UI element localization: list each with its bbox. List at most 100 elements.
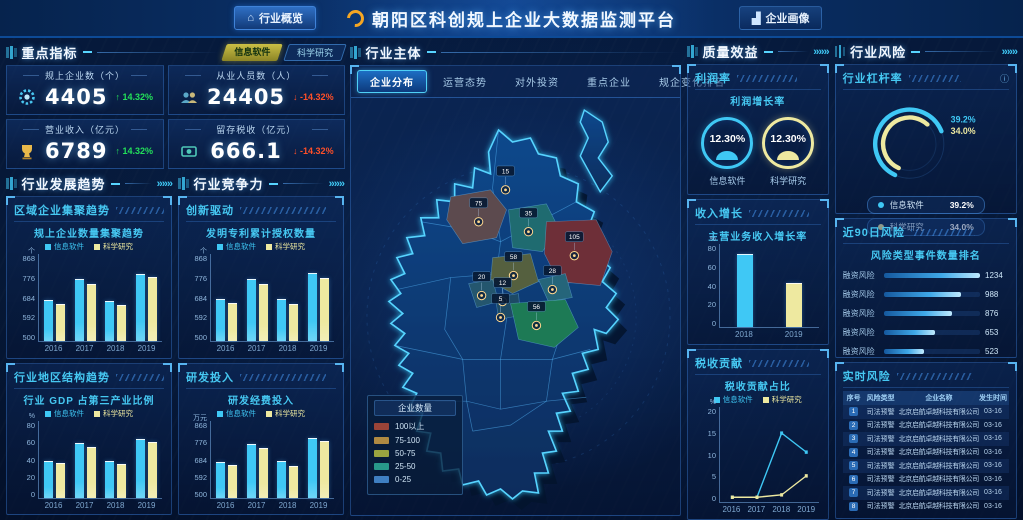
bar — [277, 461, 286, 498]
bar — [105, 461, 114, 498]
bar — [289, 466, 298, 498]
trophy-icon — [17, 141, 37, 161]
stat-label: 留存税收（亿元） — [177, 123, 336, 136]
stat-card: 规上企业数（个）4405↑ 14.32% — [6, 65, 164, 115]
chart-title: 行业 GDP 占第三产业比例 — [14, 392, 164, 407]
table-row[interactable]: 8司法预警北京启航卓越科技有限公司03-16 — [843, 500, 1009, 514]
bar — [216, 462, 225, 498]
tab-item[interactable]: 对外投资 — [503, 71, 571, 92]
bar — [259, 448, 268, 498]
map-legend-item: 25-50 — [374, 462, 456, 471]
stat-delta: ↑ 14.32% — [115, 92, 153, 102]
panel-industry-body: 企业分布运营态势对外投资重点企业规企变化排名 — [350, 65, 681, 516]
panel-realtime-risk: 实时风险 序号风险类型企业名称发生时间1司法预警北京启航卓越科技有限公司03-1… — [835, 362, 1017, 519]
table-row[interactable]: 1司法预警北京启航卓越科技有限公司03-16 — [843, 405, 1009, 419]
panel-tax-contribution: 税收贡献 税收贡献占比信息软件科学研究%20151050201620172018… — [687, 349, 829, 520]
svg-text:20: 20 — [478, 274, 486, 281]
bar — [247, 444, 256, 498]
tab-item[interactable]: 运营态势 — [431, 71, 499, 92]
section-industry-body: 行业主体 — [350, 42, 681, 62]
ring-gauge: 12.30%科学研究 — [762, 117, 814, 187]
bar — [228, 303, 237, 341]
bar — [136, 274, 145, 341]
tab-item[interactable]: 重点企业 — [575, 71, 643, 92]
section-bars-icon — [6, 46, 17, 59]
bar — [87, 284, 96, 341]
svg-text:5: 5 — [499, 296, 503, 303]
chart-gdp-share: 行业 GDP 占第三产业比例信息软件科学研究%80604020020162017… — [14, 392, 164, 510]
stat-card: 留存税收（亿元）666.1↓ -14.32% — [168, 119, 345, 169]
profit-gauges: 12.30%信息软件12.30%科学研究 — [695, 109, 821, 189]
hbar-row: 融资风险1234 — [843, 270, 1009, 281]
realtime-risk-table: 序号风险类型企业名称发生时间1司法预警北京启航卓越科技有限公司03-162司法预… — [843, 391, 1009, 513]
district-map: 15 75 35 105 58 28 — [351, 98, 680, 515]
home-icon: ⌂ — [247, 12, 254, 24]
panel-region-structure: 行业地区结构趋势 行业 GDP 占第三产业比例信息软件科学研究%80604020… — [6, 363, 172, 515]
chart-legend: 信息软件科学研究 — [14, 241, 164, 252]
bar — [44, 300, 53, 341]
building-chart-icon: ▟ — [752, 12, 760, 25]
table-row[interactable]: 7司法预警北京启航卓越科技有限公司03-16 — [843, 486, 1009, 500]
section-title: 重点指标 — [22, 43, 78, 62]
page-title: 朝阳区科创规上企业大数据监测平台 — [372, 6, 676, 31]
svg-text:28: 28 — [549, 268, 557, 275]
coins-icon — [179, 141, 199, 161]
bar — [289, 304, 298, 341]
app-title-wrap: 朝阳区科创规上企业大数据监测平台 — [347, 6, 676, 31]
industry-filter-tags: 信息软件 科学研究 — [224, 44, 344, 61]
bar — [105, 301, 114, 341]
bar — [228, 465, 237, 498]
svg-text:56: 56 — [533, 304, 541, 311]
table-row[interactable]: 6司法预警北京启航卓越科技有限公司03-16 — [843, 473, 1009, 487]
bar — [216, 299, 225, 341]
section-risk: 行业风险 »»» — [835, 42, 1017, 61]
stat-delta: ↓ -14.32% — [293, 92, 334, 102]
bar — [148, 442, 157, 498]
bar — [56, 463, 65, 498]
panel-leverage: 行业杠杆率ⓘ 39.2% 34.0%信息软件39.2%科学研究34.0% — [835, 64, 1017, 214]
industry-body-tabs: 企业分布运营态势对外投资重点企业规企变化排名 — [351, 66, 680, 98]
nav-industry-overview-button[interactable]: ⌂ 行业概览 — [234, 6, 316, 30]
more-link[interactable]: »»» — [1002, 46, 1017, 58]
bar — [117, 464, 126, 498]
table-row[interactable]: 3司法预警北京启航卓越科技有限公司03-16 — [843, 432, 1009, 446]
svg-text:58: 58 — [510, 254, 518, 261]
hbar-row: 融资风险988 — [843, 289, 1009, 300]
panel-innovation: 创新驱动 发明专利累计授权数量信息软件科学研究个8687766845925002… — [178, 196, 344, 359]
bar — [117, 305, 126, 341]
bar — [737, 254, 753, 327]
more-link[interactable]: »»» — [157, 178, 172, 190]
platform-logo-icon — [344, 6, 368, 30]
nav-industry-overview-label: 行业概览 — [259, 10, 303, 26]
table-row[interactable]: 4司法预警北京启航卓越科技有限公司03-16 — [843, 446, 1009, 460]
bar — [277, 299, 286, 341]
map-legend-item: 75-100 — [374, 436, 456, 445]
bar — [308, 273, 317, 341]
info-icon[interactable]: ⓘ — [1000, 72, 1009, 85]
table-row[interactable]: 5司法预警北京启航卓越科技有限公司03-16 — [843, 459, 1009, 473]
hbar-row: 融资风险523 — [843, 346, 1009, 357]
stat-value: 666.1 — [207, 139, 285, 163]
filter-tag[interactable]: 信息软件 — [221, 44, 283, 61]
tab-active[interactable]: 企业分布 — [357, 70, 427, 93]
stat-card: 从业人员数（人）24405↓ -14.32% — [168, 65, 345, 115]
filter-tag[interactable]: 科学研究 — [283, 44, 347, 61]
chart-tax-contribution: 税收贡献占比信息软件科学研究%201510502016201720182019 — [695, 378, 821, 514]
chart-title: 研发经费投入 — [186, 392, 336, 407]
svg-text:34.0%: 34.0% — [950, 126, 975, 136]
nav-enterprise-portrait-label: 企业画像 — [765, 10, 809, 26]
stat-label: 从业人员数（人） — [177, 69, 336, 82]
section-bars-icon — [835, 45, 846, 58]
hbar-row: 融资风险653 — [843, 327, 1009, 338]
svg-text:15: 15 — [502, 168, 510, 175]
map-legend-title: 企业数量 — [374, 400, 456, 416]
table-row[interactable]: 2司法预警北京启航卓越科技有限公司03-16 — [843, 419, 1009, 433]
panel-risk-90d: 近90日风险 风险类型事件数量排名融资风险1234融资风险988融资风险876融… — [835, 218, 1017, 358]
more-link[interactable]: »»» — [329, 178, 344, 190]
svg-text:35: 35 — [525, 210, 533, 217]
filter-tag-label: 科学研究 — [297, 46, 333, 59]
nav-enterprise-portrait-button[interactable]: ▟ 企业画像 — [739, 6, 822, 30]
map-legend-items: 100以上75-10050-7525-500-25 — [374, 421, 456, 484]
more-link[interactable]: »»» — [813, 46, 828, 58]
map-legend-item: 50-75 — [374, 449, 456, 458]
